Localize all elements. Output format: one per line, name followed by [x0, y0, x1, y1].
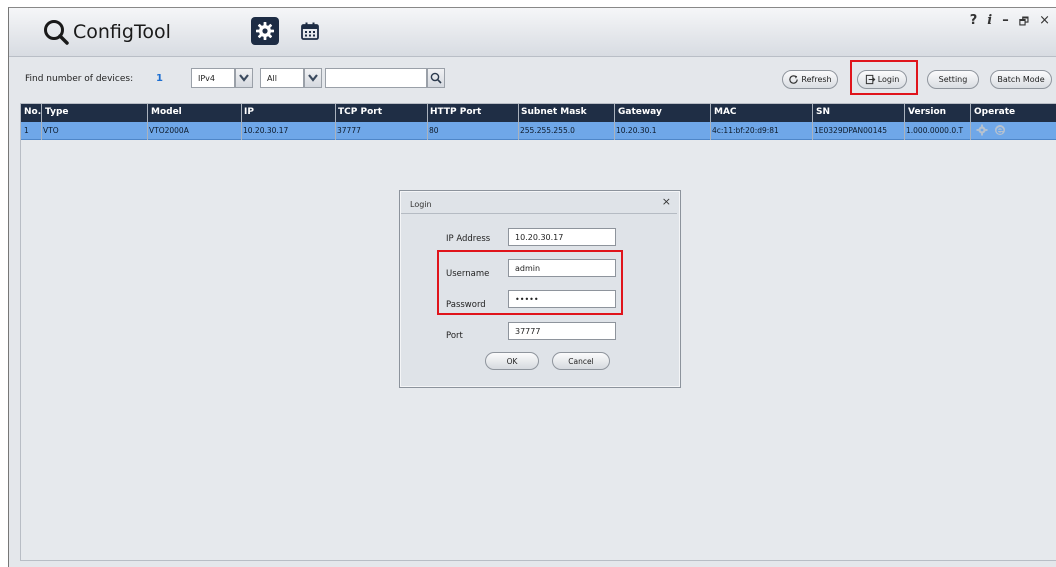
ip-address-input[interactable] — [508, 228, 616, 246]
column-divider — [41, 104, 42, 140]
protocol-dropdown-button[interactable] — [235, 68, 253, 88]
gear-icon — [976, 124, 988, 136]
username-input[interactable] — [508, 259, 616, 277]
column-divider — [241, 104, 242, 140]
nav-config-button[interactable] — [251, 17, 279, 45]
filter-select[interactable]: All — [260, 68, 304, 88]
port-input[interactable] — [508, 322, 616, 340]
minimize-button[interactable]: – — [1002, 13, 1009, 32]
refresh-button[interactable]: Refresh — [782, 70, 838, 89]
info-button[interactable]: i — [987, 13, 992, 32]
col-operate: Operate — [974, 107, 1016, 117]
login-button[interactable]: Login — [857, 70, 907, 89]
device-count: 1 — [156, 73, 163, 84]
col-gateway: Gateway — [618, 107, 662, 117]
refresh-icon — [789, 75, 799, 84]
setting-label: Setting — [938, 75, 968, 84]
column-divider — [427, 104, 428, 140]
cell-tcp-port: 37777 — [337, 126, 361, 135]
chevron-down-icon — [239, 74, 249, 82]
search-button[interactable] — [427, 68, 445, 88]
help-button[interactable]: ? — [970, 13, 978, 32]
row-web-button[interactable] — [994, 124, 1006, 138]
cancel-button[interactable]: Cancel — [552, 352, 610, 370]
column-divider — [970, 104, 971, 140]
column-divider — [147, 104, 148, 140]
browser-e-icon — [995, 125, 1005, 135]
col-version: Version — [908, 107, 947, 117]
port-label: Port — [446, 331, 463, 341]
ip-address-label: IP Address — [446, 234, 491, 244]
toolbar: Find number of devices: 1 IPv4 All Refre… — [9, 57, 1056, 95]
find-devices-label: Find number of devices: — [25, 74, 134, 84]
refresh-label: Refresh — [801, 75, 832, 84]
close-button[interactable]: × — [1039, 13, 1050, 32]
batch-mode-button[interactable]: Batch Mode — [990, 70, 1052, 89]
gear-icon — [256, 22, 274, 40]
login-dialog-title: Login — [410, 200, 432, 209]
col-model: Model — [151, 107, 182, 117]
filter-dropdown-button[interactable] — [304, 68, 322, 88]
app-logo: ConfigTool — [42, 17, 171, 47]
col-subnet-mask: Subnet Mask — [521, 107, 587, 117]
table-header: No. Type Model IP TCP Port HTTP Port Sub… — [21, 104, 1056, 122]
login-dialog-close-button[interactable]: × — [662, 195, 671, 208]
column-divider — [518, 104, 519, 140]
column-divider — [904, 104, 905, 140]
window-controls: ? i – 🗗 × — [970, 13, 1050, 32]
col-sn: SN — [816, 107, 831, 117]
login-icon — [865, 74, 876, 85]
row-settings-button[interactable] — [976, 124, 988, 138]
calendar-icon — [301, 22, 319, 40]
col-mac: MAC — [714, 107, 737, 117]
password-input[interactable] — [508, 290, 616, 308]
batch-mode-label: Batch Mode — [997, 75, 1045, 84]
nav-calendar-button[interactable] — [296, 17, 324, 45]
cell-type: VTO — [43, 126, 59, 135]
column-divider — [335, 104, 336, 140]
login-dialog: Login × IP Address Username Password Por… — [399, 190, 681, 388]
magnifier-logo-icon — [44, 20, 69, 45]
login-label: Login — [877, 75, 900, 84]
cell-mac: 4c:11:bf:20:d9:81 — [712, 126, 779, 135]
restore-button[interactable]: 🗗 — [1019, 13, 1029, 32]
cell-version: 1.000.0000.0.T — [906, 126, 964, 135]
filter-value: All — [267, 73, 277, 83]
cell-ip: 10.20.30.17 — [243, 126, 289, 135]
setting-button[interactable]: Setting — [927, 70, 979, 89]
search-icon — [430, 72, 442, 84]
app-title: ConfigTool — [73, 21, 171, 43]
col-type: Type — [45, 107, 69, 117]
column-divider — [812, 104, 813, 140]
cell-gateway: 10.20.30.1 — [616, 126, 657, 135]
column-divider — [614, 104, 615, 140]
title-bar: ConfigTool ? i – 🗗 × — [9, 8, 1056, 57]
dialog-divider — [401, 213, 677, 214]
cell-subnet-mask: 255.255.255.0 — [520, 126, 575, 135]
chevron-down-icon — [308, 74, 318, 82]
table-row[interactable]: 1 VTO VTO2000A 10.20.30.17 37777 80 255.… — [21, 122, 1056, 140]
protocol-select[interactable]: IPv4 — [191, 68, 235, 88]
password-label: Password — [446, 300, 486, 310]
cell-http-port: 80 — [429, 126, 439, 135]
col-tcp-port: TCP Port — [338, 107, 382, 117]
cell-model: VTO2000A — [149, 126, 189, 135]
username-label: Username — [446, 269, 490, 279]
cell-sn: 1E0329DPAN00145 — [814, 126, 888, 135]
col-ip: IP — [244, 107, 254, 117]
col-http-port: HTTP Port — [430, 107, 482, 117]
search-input[interactable] — [325, 68, 427, 88]
protocol-value: IPv4 — [198, 73, 216, 83]
column-divider — [710, 104, 711, 140]
ok-button[interactable]: OK — [485, 352, 539, 370]
cell-no: 1 — [24, 126, 29, 135]
col-no: No. — [24, 107, 42, 117]
